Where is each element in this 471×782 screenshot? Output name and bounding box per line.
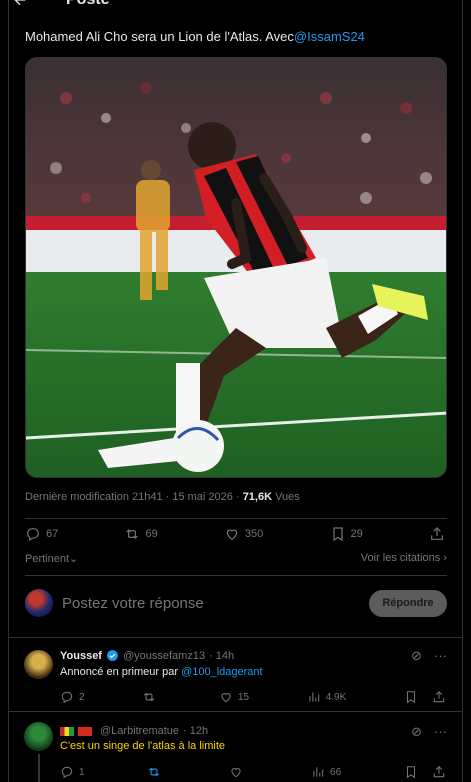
heart-icon: [231, 768, 241, 778]
sort-row: Pertinent⌄ Voir les citations ›: [25, 552, 447, 565]
heart-icon: [221, 693, 231, 703]
chevron-down-icon: ⌄: [69, 553, 79, 565]
flag-icon: [60, 726, 74, 736]
view-quotes-label: Voir les citations: [360, 552, 441, 564]
repost-icon: [126, 529, 139, 539]
thread-line: [38, 754, 40, 782]
reply-header: @Larbitrematue · 12h: [60, 725, 208, 737]
divider: [25, 575, 447, 576]
divider: [8, 711, 463, 712]
repost-button[interactable]: 69: [124, 526, 158, 542]
like-count: 15: [237, 691, 250, 703]
tweet-mention-link[interactable]: @IssamS24: [294, 29, 365, 44]
avatar[interactable]: [24, 650, 53, 679]
tweet-body: Mohamed Ali Cho sera un Lion de l'Atlas.…: [25, 29, 294, 44]
views-label: Vues: [272, 491, 300, 503]
reply-time[interactable]: · 12h: [183, 725, 208, 737]
reply-input[interactable]: Postez votre réponse: [62, 595, 369, 612]
divider: [25, 518, 447, 519]
reply-mention-link[interactable]: @100_ldagerant: [181, 666, 263, 678]
views-count: 71,6K: [242, 491, 273, 503]
repost-icon: [149, 767, 160, 777]
avatar[interactable]: [25, 589, 53, 617]
reply-actions: 1 66: [60, 765, 446, 779]
column-border-right: [462, 0, 463, 782]
share-icon[interactable]: [432, 765, 446, 779]
grok-icon[interactable]: ⊘: [411, 648, 422, 664]
post-page: Poste Mohamed Ali Cho sera un Lion de l'…: [0, 0, 471, 782]
reply-count: 67: [46, 528, 59, 540]
tweet-timestamp[interactable]: Dernière modification 21h41 · 15 mai 202…: [25, 491, 243, 503]
more-options-icon[interactable]: ···: [434, 648, 447, 664]
divider: [8, 637, 463, 638]
reply-top-icons: ⊘ ···: [411, 724, 447, 740]
football-player-photo: [26, 58, 446, 477]
share-icon[interactable]: [432, 690, 446, 704]
reply-submit-button[interactable]: Répondre: [369, 589, 447, 617]
tweet-text: Mohamed Ali Cho sera un Lion de l'Atlas.…: [25, 28, 445, 46]
view-quotes-link[interactable]: Voir les citations ›: [361, 552, 447, 565]
reply-header: Youssef @youssefamz13 · 14h: [60, 649, 234, 662]
reply-time[interactable]: · 14h: [209, 650, 234, 662]
reply-secondary-actions: [404, 690, 446, 704]
reply-top-icons: ⊘ ···: [411, 648, 447, 664]
repost-button[interactable]: [147, 765, 166, 779]
column-border-left: [8, 0, 9, 782]
views-icon: [313, 767, 324, 777]
page-title: Poste: [66, 0, 110, 9]
heart-icon: [226, 529, 238, 541]
views-count: 66: [330, 766, 342, 778]
page-header: Poste: [10, 0, 461, 12]
flag-icon: [78, 726, 92, 736]
reply-actions: 2 15 4.9K: [60, 690, 446, 704]
reply-icon: [27, 528, 39, 542]
grok-icon[interactable]: ⊘: [411, 724, 422, 740]
reply-icon: [61, 691, 73, 704]
reply-count: 1: [79, 766, 85, 778]
tweet-actions: 67 69 350 29: [25, 526, 445, 542]
reply-icon: [61, 766, 73, 779]
views-count: 4.9K: [325, 691, 347, 703]
reply-author-handle[interactable]: @Larbitrematue: [100, 725, 179, 737]
bookmark-icon[interactable]: [404, 765, 418, 779]
views-button[interactable]: 66: [311, 765, 341, 779]
reply-button[interactable]: 2: [60, 690, 85, 704]
like-button[interactable]: 350: [224, 526, 263, 542]
reply-composer: Postez votre réponse Répondre: [25, 588, 447, 618]
views-icon: [309, 692, 319, 702]
reply-author-handle[interactable]: @youssefamz13: [123, 650, 205, 662]
bookmark-icon: [332, 527, 343, 542]
more-options-icon[interactable]: ···: [434, 724, 447, 740]
reply-count: 2: [79, 691, 85, 703]
repost-button[interactable]: [142, 690, 161, 704]
bookmark-button[interactable]: 29: [330, 526, 363, 542]
bookmark-count: 29: [350, 528, 363, 540]
like-count: 350: [244, 528, 264, 540]
reply-text: Annoncé en primeur par @100_ldagerant: [60, 666, 263, 678]
bookmark-icon[interactable]: [404, 690, 418, 704]
reply-button[interactable]: 1: [60, 765, 85, 779]
views-button[interactable]: 4.9K: [307, 690, 347, 704]
reply-secondary-actions: [404, 765, 446, 779]
reply-author-name[interactable]: Youssef: [60, 650, 102, 662]
like-button[interactable]: [229, 765, 248, 779]
reply-body: Annoncé en primeur par: [60, 666, 182, 678]
share-button[interactable]: [429, 526, 445, 542]
like-button[interactable]: 15: [219, 690, 249, 704]
reply-button[interactable]: 67: [25, 526, 58, 542]
verified-badge-icon: [107, 650, 118, 661]
repost-icon: [144, 692, 155, 702]
tweet-photo[interactable]: [25, 57, 447, 478]
back-arrow-icon[interactable]: [10, 0, 30, 10]
share-icon: [431, 527, 443, 540]
sort-label: Pertinent: [25, 553, 70, 565]
reply-text: C'est un singe de l'atlas à la limite: [60, 740, 226, 752]
repost-count: 69: [145, 528, 158, 540]
chevron-right-icon: ›: [443, 552, 447, 564]
sort-dropdown[interactable]: Pertinent⌄: [25, 552, 78, 565]
avatar[interactable]: [24, 722, 53, 751]
tweet-meta: Dernière modification 21h41 · 15 mai 202…: [25, 491, 300, 503]
